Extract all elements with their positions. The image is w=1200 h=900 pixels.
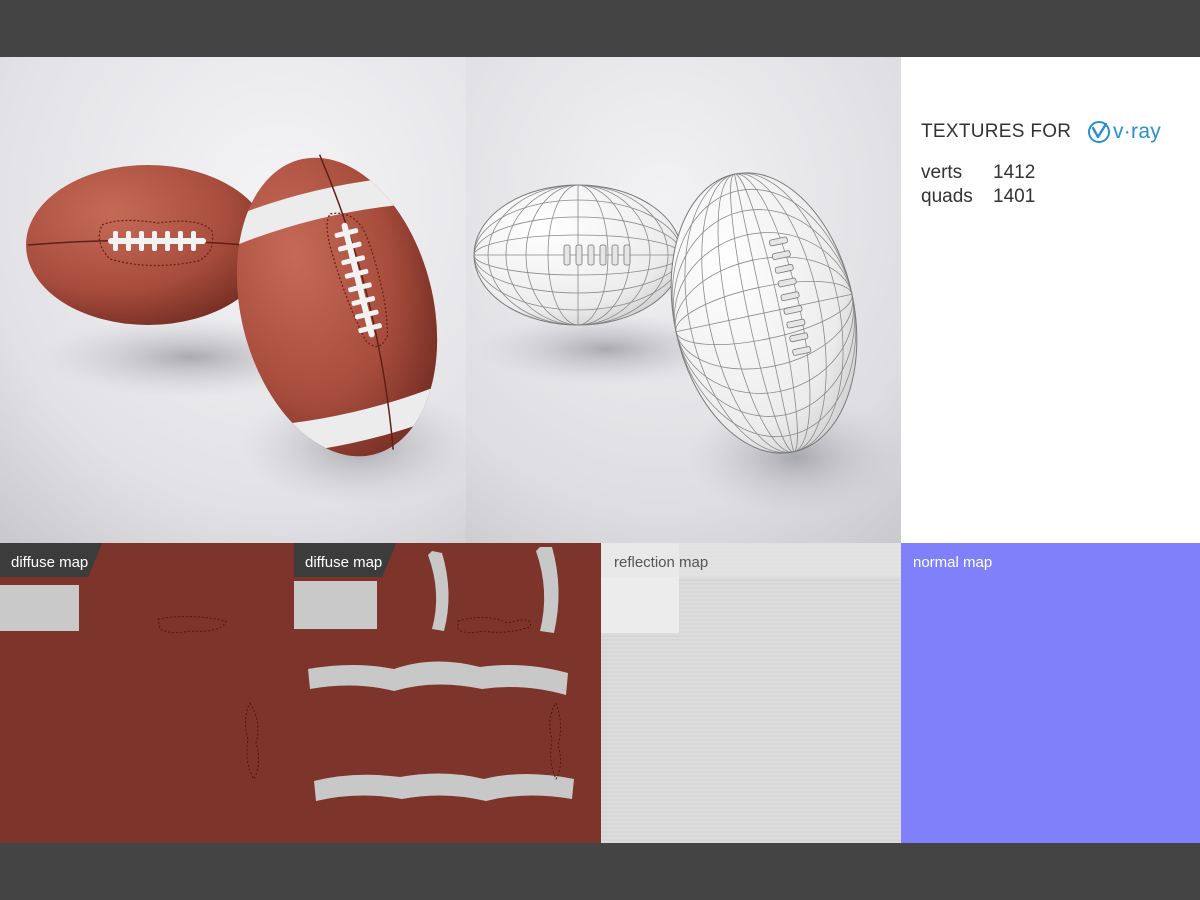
top-frame-band: [0, 0, 1200, 57]
info-panel: TEXTURES FOR v·ray verts 1412 quads 1401: [901, 57, 1200, 543]
textured-render: [0, 57, 466, 543]
map-label: diffuse map: [294, 543, 396, 577]
stat-key: verts: [921, 162, 963, 183]
stat-quads: quads 1401: [921, 185, 1035, 209]
stat-key: quads: [921, 186, 973, 207]
stat-value: 1401: [993, 186, 1036, 207]
vray-logo-text: v·ray: [1112, 120, 1162, 143]
map-label: normal map: [913, 554, 993, 571]
info-title: TEXTURES FOR v·ray: [921, 120, 1161, 144]
vray-logo: v·ray: [1087, 120, 1161, 144]
vray-check-icon: [1087, 121, 1110, 143]
diffuse-map-panel-2: diffuse map: [294, 543, 601, 843]
normal-map-panel: normal map: [901, 543, 1200, 843]
diffuse-map-panel-1: diffuse map: [0, 543, 294, 843]
map-label: diffuse map: [0, 543, 102, 577]
map-label: reflection map: [614, 554, 709, 571]
mesh-stats: verts 1412 quads 1401: [921, 161, 1035, 209]
stat-value: 1412: [993, 162, 1036, 183]
wireframe-ball-left: [473, 184, 683, 326]
reflection-map-panel: reflection map: [601, 543, 901, 843]
stat-verts: verts 1412: [921, 161, 1035, 185]
title-text: TEXTURES FOR: [921, 121, 1072, 143]
wireframe-render: [466, 57, 901, 543]
football-left: [26, 165, 270, 325]
bottom-frame-band: [0, 843, 1200, 900]
